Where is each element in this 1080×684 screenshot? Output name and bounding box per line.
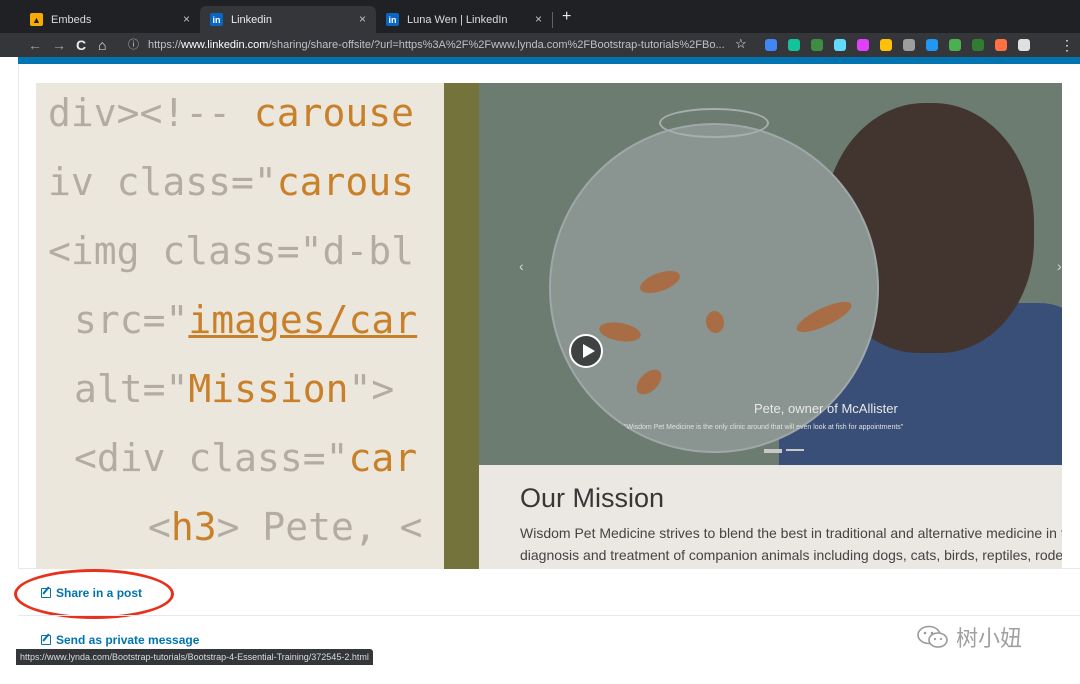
extension-icon[interactable]	[857, 39, 869, 51]
url-path: /sharing/share-offsite/?url=https%3A%2F%…	[268, 39, 725, 51]
play-icon[interactable]	[569, 334, 603, 368]
article-preview-image[interactable]: div><!-- carouse iv class="carous <img c…	[36, 83, 1062, 569]
code-line: alt="Mission">	[74, 367, 395, 411]
send-private-message-label: Send as private message	[56, 633, 200, 647]
carousel-dot	[764, 451, 782, 453]
watermark: 树小妞	[916, 622, 1076, 652]
browser-toolbar: ← → C ⌂ ⓘ https://www.linkedin.com/sharin…	[0, 33, 1080, 57]
mission-title: Our Mission	[520, 483, 665, 513]
carousel-caption-name: Pete, owner of McAllister	[754, 401, 898, 416]
mission-panel: Our Mission Wisdom Pet Medicine strives …	[479, 465, 1062, 569]
extension-icon[interactable]	[811, 39, 823, 51]
close-tab-icon[interactable]: ×	[359, 12, 366, 26]
close-tab-icon[interactable]: ×	[535, 12, 542, 26]
code-line: <h3> Pete, <	[148, 505, 423, 549]
new-tab-button[interactable]: +	[562, 8, 571, 26]
linkedin-favicon-icon: in	[386, 13, 399, 26]
linkedin-favicon-icon: in	[210, 13, 223, 26]
bookmark-star-icon[interactable]: ☆	[735, 36, 747, 52]
menu-kebab-icon[interactable]: ⋮	[1060, 35, 1074, 55]
close-tab-icon[interactable]: ×	[183, 12, 190, 26]
mission-text: Wisdom Pet Medicine strives to blend the…	[520, 525, 1062, 563]
carousel-dot	[786, 449, 804, 451]
linkedin-header-strip	[18, 57, 1080, 64]
carousel-indicators	[764, 449, 826, 453]
extension-icon[interactable]	[834, 39, 846, 51]
embeds-favicon-icon: ▲	[30, 13, 43, 26]
annotation-circle	[14, 569, 174, 619]
code-line: iv class="carous	[48, 160, 415, 204]
send-private-message-button[interactable]: Send as private message	[41, 633, 199, 647]
extension-icon[interactable]	[926, 39, 938, 51]
address-bar[interactable]: ⓘ https://www.linkedin.com/sharing/share-…	[120, 34, 755, 56]
fishbowl-photo: ‹ › Pete, owner of McAllister "Wisdom Pe…	[479, 83, 1062, 465]
url-scheme: https://	[148, 39, 182, 51]
tab-separator	[552, 12, 553, 28]
carousel-next-icon: ›	[1057, 258, 1062, 274]
watermark-text: 树小妞	[956, 627, 1023, 652]
wechat-icon	[917, 625, 948, 648]
carousel-caption-quote: "Wisdom Pet Medicine is the only clinic …	[624, 424, 904, 431]
actions-divider	[18, 615, 1080, 616]
tab-title: Linkedin	[231, 13, 272, 26]
code-background: div><!-- carouse iv class="carous <img c…	[36, 83, 481, 569]
extension-icon[interactable]	[880, 39, 892, 51]
reload-button[interactable]: C	[76, 35, 86, 55]
code-line: div><!-- carouse	[48, 91, 415, 135]
code-line: src="images/car	[74, 298, 418, 342]
carousel-prev-icon: ‹	[519, 258, 524, 274]
tab-luna-wen[interactable]: in Luna Wen | LinkedIn ×	[376, 6, 552, 33]
extension-icon[interactable]	[949, 39, 961, 51]
back-button[interactable]: ←	[28, 35, 42, 55]
extension-icon[interactable]	[1018, 39, 1030, 51]
site-info-icon[interactable]: ⓘ	[128, 34, 139, 56]
tab-title: Embeds	[51, 13, 92, 26]
extension-icon[interactable]	[995, 39, 1007, 51]
extension-icon[interactable]	[903, 39, 915, 51]
forward-button[interactable]: →	[52, 35, 66, 55]
tab-linkedin[interactable]: in Linkedin ×	[200, 6, 376, 33]
browser-tab-bar: ▲ Embeds × in Linkedin × in Luna Wen | L…	[0, 0, 1080, 33]
code-line: <div class="car	[74, 436, 418, 480]
code-line: <img class="d-bl	[48, 229, 415, 273]
tab-embeds[interactable]: ▲ Embeds ×	[20, 6, 200, 33]
home-button[interactable]: ⌂	[98, 35, 106, 55]
extension-icon[interactable]	[765, 39, 777, 51]
wood-strip	[444, 83, 481, 569]
url-host: www.linkedin.com	[181, 39, 269, 51]
edit-icon	[41, 635, 51, 645]
tab-title: Luna Wen | LinkedIn	[407, 13, 508, 26]
extension-icon[interactable]	[788, 39, 800, 51]
extension-icon[interactable]	[972, 39, 984, 51]
status-bar-url: https://www.lynda.com/Bootstrap-tutorial…	[16, 649, 373, 665]
